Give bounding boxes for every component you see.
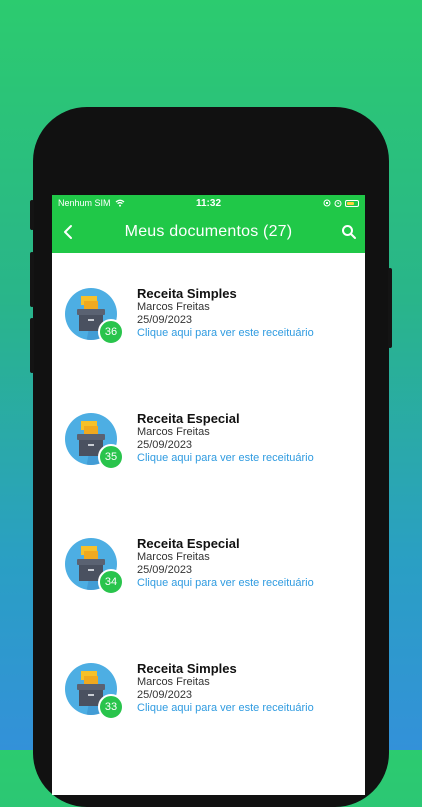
view-document-link[interactable]: Clique aqui para ver este receituário [137, 327, 314, 340]
document-count-badge: 33 [98, 694, 124, 720]
document-count-badge: 36 [98, 319, 124, 345]
phone-power-button [388, 268, 392, 348]
app-bar: Meus documentos (27) [52, 211, 365, 253]
document-text: Receita Simples Marcos Freitas 25/09/202… [137, 661, 314, 715]
page-title: Meus documentos (27) [124, 223, 293, 240]
document-avatar: 35 [65, 413, 124, 470]
document-date: 25/09/2023 [137, 564, 193, 576]
document-title: Receita Especial [137, 411, 240, 426]
document-avatar: 36 [65, 288, 124, 345]
documents-list: 36 Receita Simples Marcos Freitas 25/09/… [52, 253, 365, 753]
phone-volume-down [30, 318, 34, 373]
document-doctor: Marcos Freitas [137, 676, 210, 688]
document-doctor: Marcos Freitas [137, 551, 210, 563]
app-screen: Nenhum SIM 11:32 Meus documentos (27) 36… [52, 195, 365, 795]
document-title: Receita Simples [137, 661, 237, 676]
back-arrow-icon[interactable] [62, 224, 76, 240]
status-time: 11:32 [195, 197, 222, 209]
list-item[interactable]: 34 Receita Especial Marcos Freitas 25/09… [52, 503, 365, 628]
phone-mute-switch [30, 200, 34, 230]
battery-icon [345, 199, 359, 207]
document-date: 25/09/2023 [137, 439, 193, 451]
document-date: 25/09/2023 [137, 314, 193, 326]
phone-volume-up [30, 252, 34, 307]
document-text: Receita Especial Marcos Freitas 25/09/20… [137, 536, 314, 590]
list-item[interactable]: 33 Receita Simples Marcos Freitas 25/09/… [52, 628, 365, 753]
document-text: Receita Simples Marcos Freitas 25/09/202… [137, 286, 314, 340]
view-document-link[interactable]: Clique aqui para ver este receituário [137, 452, 314, 465]
document-title: Receita Simples [137, 286, 237, 301]
document-doctor: Marcos Freitas [137, 301, 210, 313]
document-doctor: Marcos Freitas [137, 426, 210, 438]
document-date: 25/09/2023 [137, 689, 193, 701]
document-title: Receita Especial [137, 536, 240, 551]
list-item[interactable]: 35 Receita Especial Marcos Freitas 25/09… [52, 378, 365, 503]
status-bar: Nenhum SIM 11:32 [52, 195, 365, 211]
document-avatar: 34 [65, 538, 124, 595]
list-item[interactable]: 36 Receita Simples Marcos Freitas 25/09/… [52, 253, 365, 378]
document-text: Receita Especial Marcos Freitas 25/09/20… [137, 411, 314, 465]
document-avatar: 33 [65, 663, 124, 720]
document-count-badge: 35 [98, 444, 124, 470]
view-document-link[interactable]: Clique aqui para ver este receituário [137, 577, 314, 590]
search-icon[interactable] [341, 224, 357, 240]
view-document-link[interactable]: Clique aqui para ver este receituário [137, 702, 314, 715]
document-count-badge: 34 [98, 569, 124, 595]
